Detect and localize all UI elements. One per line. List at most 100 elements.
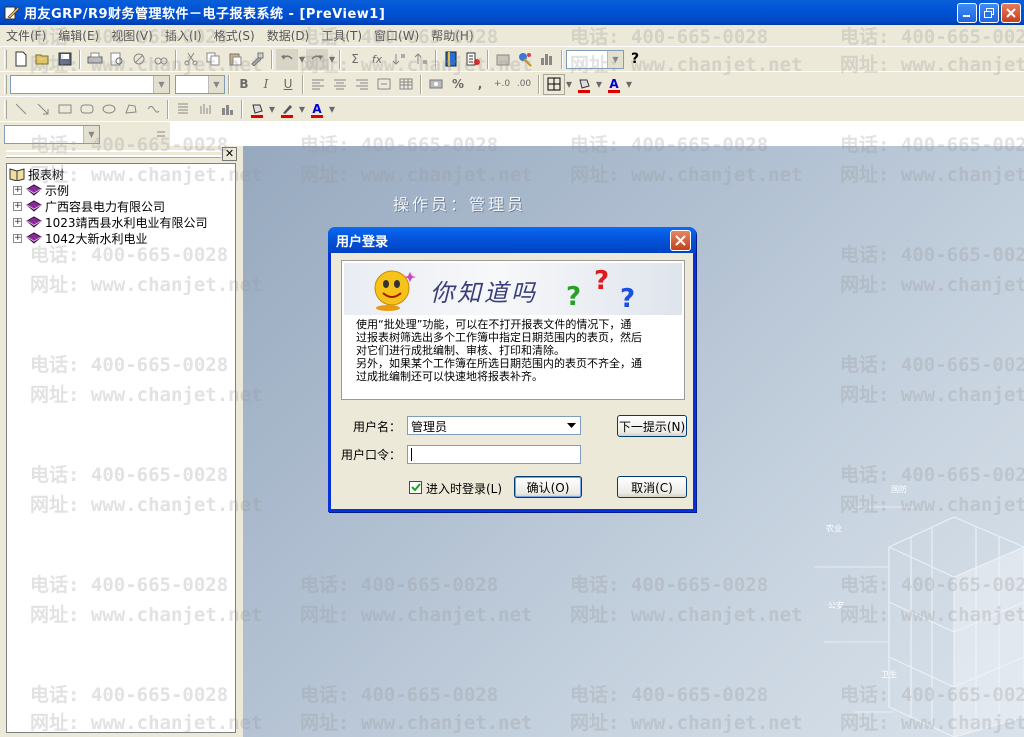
toolbar-grip[interactable] [4,49,7,69]
shape-fill-button[interactable] [246,99,268,120]
toolbar-grip[interactable] [4,99,7,119]
borders-dropdown[interactable]: ▾ [565,74,573,95]
font-color-button[interactable]: A [603,74,625,95]
freeform-button[interactable] [142,99,164,120]
format-painter-button[interactable] [246,49,268,70]
increase-decimal-button[interactable]: +.0 [491,74,513,95]
shape-font-color-dropdown[interactable]: ▾ [328,99,336,120]
menu-data[interactable]: 数据(D) [261,27,316,44]
shape-fill-dropdown[interactable]: ▾ [268,99,276,120]
align-right-button[interactable] [351,74,373,95]
menu-edit[interactable]: 编辑(E) [52,27,105,44]
toolbar-grip[interactable] [4,74,7,94]
new-button[interactable] [10,49,32,70]
save-button[interactable] [54,49,76,70]
wizard-button[interactable] [514,49,536,70]
password-field[interactable] [407,445,581,464]
help-button[interactable]: ? [624,49,646,70]
zoom-combo[interactable]: ▼ [566,49,624,69]
cell-name-combo[interactable]: ▼ [4,124,100,144]
next-tip-button[interactable]: 下一提示(N) [617,415,687,437]
undo-dropdown[interactable]: ▾ [298,49,306,70]
tree-item[interactable]: + 1042大新水利电业 [9,230,233,246]
print-button[interactable] [84,49,106,70]
menu-window[interactable]: 窗口(W) [368,27,425,44]
rectangle-button[interactable] [54,99,76,120]
comma-button[interactable]: , [469,74,491,95]
spell-button[interactable] [128,49,150,70]
decrease-decimal-button[interactable]: .00 [513,74,535,95]
bold-button[interactable]: B [233,74,255,95]
link-button[interactable] [150,49,172,70]
auto-login-label[interactable]: 进入时登录(L) [426,480,502,497]
tree-item[interactable]: + 广西容县电力有限公司 [9,198,233,214]
expand-icon[interactable]: + [13,185,22,195]
tree-item[interactable]: + 1023靖西县水利电业有限公司 [9,214,233,230]
undo-button[interactable] [276,48,298,70]
formula-input[interactable] [170,122,1024,146]
copy-button[interactable] [202,49,224,70]
ok-button[interactable]: 确认(O) [514,476,582,498]
close-button[interactable] [1001,3,1021,23]
tree-close-button[interactable]: ✕ [222,147,237,161]
formula-bar-button[interactable] [150,124,172,145]
menu-help[interactable]: 帮助(H) [425,27,479,44]
font-color-dropdown[interactable]: ▾ [625,74,633,95]
cancel-button[interactable]: 取消(C) [617,476,687,498]
tree-item[interactable]: + 示例 [9,182,233,198]
restore-button[interactable] [979,3,999,23]
expand-icon[interactable]: + [13,217,22,227]
italic-button[interactable]: I [255,74,277,95]
open-button[interactable] [32,49,54,70]
username-select[interactable]: 管理员 [407,416,581,435]
menu-insert[interactable]: 插入(I) [159,27,208,44]
polygon-button[interactable] [120,99,142,120]
book-button[interactable] [440,49,462,70]
fill-color-button[interactable] [573,74,595,95]
font-name-combo[interactable]: ▼ [10,74,170,94]
font-size-combo[interactable]: ▼ [175,74,225,94]
redo-button[interactable] [306,48,328,70]
percent-button[interactable]: % [447,74,469,95]
minimize-button[interactable] [957,3,977,23]
arrow-button[interactable] [32,99,54,120]
sum-button[interactable]: Σ [344,49,366,70]
borders-button[interactable] [543,73,565,95]
sort-asc-button[interactable] [388,49,410,70]
line-color-button[interactable] [276,99,298,120]
menu-format[interactable]: 格式(S) [208,27,261,44]
ellipse-button[interactable] [98,99,120,120]
chart-button[interactable] [492,49,514,70]
align-left-button[interactable] [307,74,329,95]
tree-root[interactable]: 报表树 [9,166,233,182]
auto-login-checkbox[interactable] [409,481,422,494]
col-chart-button[interactable] [194,99,216,120]
sort-desc-button[interactable] [410,49,432,70]
table-button[interactable] [395,74,417,95]
rounded-rect-button[interactable] [76,99,98,120]
redo-dropdown[interactable]: ▾ [328,49,336,70]
menu-tools[interactable]: 工具(T) [315,27,368,44]
expand-icon[interactable]: + [13,201,22,211]
fill-color-dropdown[interactable]: ▾ [595,74,603,95]
data-button[interactable] [462,49,484,70]
histogram-button[interactable] [216,99,238,120]
underline-button[interactable]: U [277,74,299,95]
paste-button[interactable] [224,49,246,70]
bar-chart-button[interactable] [536,49,558,70]
text-box-button[interactable] [172,99,194,120]
shape-font-color-button[interactable]: A [306,99,328,120]
line-color-dropdown[interactable]: ▾ [298,99,306,120]
align-center-button[interactable] [329,74,351,95]
merge-cells-button[interactable] [373,74,395,95]
expand-icon[interactable]: + [13,233,22,243]
dialog-close-button[interactable] [670,230,691,251]
line-button[interactable] [10,99,32,120]
currency-button[interactable] [425,74,447,95]
print-preview-button[interactable] [106,49,128,70]
chevron-down-icon[interactable] [564,418,579,433]
menu-view[interactable]: 视图(V) [105,27,159,44]
function-button[interactable]: fx [366,49,388,70]
menu-file[interactable]: 文件(F) [0,27,52,44]
cut-button[interactable] [180,49,202,70]
